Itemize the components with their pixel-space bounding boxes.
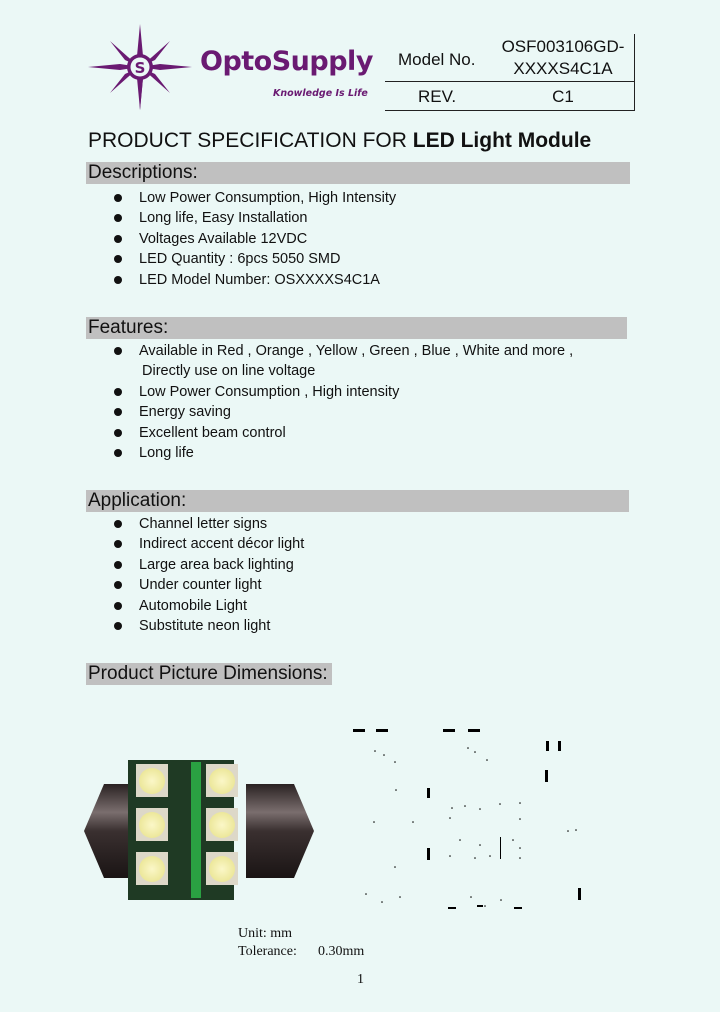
brand-name: OptoSupply xyxy=(200,46,373,77)
bullet-icon xyxy=(114,408,122,417)
list-item: Indirect accent décor light xyxy=(110,534,304,554)
list-item-text: Long life, Easy Installation xyxy=(139,210,308,227)
application-list: Channel letter signs Indirect accent déc… xyxy=(110,514,304,636)
bullet-icon xyxy=(114,448,122,457)
optosupply-logo-icon: S xyxy=(88,24,192,110)
list-item: Channel letter signs xyxy=(110,514,304,534)
page-title-prefix: PRODUCT SPECIFICATION FOR xyxy=(88,129,413,152)
application-heading: Application: xyxy=(86,490,629,512)
list-item-text: Long life xyxy=(139,444,194,461)
bullet-icon xyxy=(114,347,122,355)
bullet-icon xyxy=(114,214,122,223)
list-item-text: Low Power Consumption, High Intensity xyxy=(139,190,397,206)
bullet-icon xyxy=(114,581,122,590)
bullet-icon xyxy=(114,275,122,284)
list-item-text: Channel letter signs xyxy=(139,516,268,532)
led-module-photo xyxy=(84,760,314,900)
bullet-icon xyxy=(114,255,122,264)
list-item: Under counter light xyxy=(110,575,304,595)
bullet-icon xyxy=(114,560,122,569)
list-item-text: Excellent beam control xyxy=(139,424,286,441)
descriptions-heading: Descriptions: xyxy=(86,162,630,184)
revision-label: REV. xyxy=(418,87,457,106)
tolerance-value: 0.30mm xyxy=(318,944,365,959)
model-value-line2: XXXXS4C1A xyxy=(513,59,613,78)
list-item: Excellent beam control xyxy=(110,423,573,443)
list-item-text: Directly use on line voltage xyxy=(142,363,316,380)
list-item-text: Low Power Consumption , High intensity xyxy=(139,383,400,400)
brand-tagline: Knowledge Is Life xyxy=(273,88,368,99)
page-number: 1 xyxy=(357,972,364,987)
page-title: PRODUCT SPECIFICATION FOR LED Light Modu… xyxy=(88,129,591,153)
unit-note: Unit: mm xyxy=(238,926,293,941)
list-item-text: Under counter light xyxy=(139,577,262,594)
bullet-icon xyxy=(114,387,122,396)
list-item: Low Power Consumption , High intensity xyxy=(110,382,573,402)
features-list: Available in Red , Orange , Yellow , Gre… xyxy=(110,341,573,463)
bullet-icon xyxy=(114,520,122,528)
list-item-text: LED Quantity : 6pcs 5050 SMD xyxy=(139,251,341,268)
svg-text:S: S xyxy=(135,59,146,77)
list-item: Low Power Consumption, High Intensity xyxy=(110,188,396,208)
bullet-icon xyxy=(114,428,122,437)
list-item: Automobile Light xyxy=(110,596,304,616)
page-title-product: LED Light Module xyxy=(412,129,592,152)
dimension-drawing xyxy=(353,729,581,909)
model-value: OSF003106GD- XXXXS4C1A xyxy=(497,36,629,80)
bullet-icon xyxy=(114,540,122,549)
model-value-line1: OSF003106GD- xyxy=(501,37,625,56)
dimensions-heading: Product Picture Dimensions: xyxy=(86,663,332,685)
list-item: Voltages Available 12VDC xyxy=(110,229,396,249)
features-heading: Features: xyxy=(86,317,627,339)
list-item-text: Available in Red , Orange , Yellow , Gre… xyxy=(139,343,574,359)
list-item: LED Model Number: OSXXXXS4C1A xyxy=(110,270,396,290)
descriptions-list: Low Power Consumption, High Intensity Lo… xyxy=(110,188,396,290)
model-info-table: Model No. OSF003106GD- XXXXS4C1A REV. C1 xyxy=(385,34,635,111)
list-item-text: Energy saving xyxy=(139,404,231,421)
list-item-text: Substitute neon light xyxy=(139,617,271,634)
list-item-text: LED Model Number: OSXXXXS4C1A xyxy=(139,271,380,288)
revision-value: C1 xyxy=(552,87,574,106)
list-item-continuation: Directly use on line voltage xyxy=(110,361,573,381)
model-label: Model No. xyxy=(398,50,476,69)
bullet-icon xyxy=(114,621,122,630)
tolerance-label: Tolerance: xyxy=(238,944,297,959)
list-item-text: Automobile Light xyxy=(139,597,248,614)
list-item: LED Quantity : 6pcs 5050 SMD xyxy=(110,249,396,269)
bullet-icon xyxy=(114,194,122,202)
list-item: Energy saving xyxy=(110,402,573,422)
bullet-icon xyxy=(114,601,122,610)
list-item-text: Indirect accent décor light xyxy=(139,536,305,553)
bullet-icon xyxy=(114,234,122,243)
list-item: Long life xyxy=(110,443,573,463)
list-item: Substitute neon light xyxy=(110,616,304,636)
list-item-text: Large area back lighting xyxy=(139,556,294,573)
list-item: Available in Red , Orange , Yellow , Gre… xyxy=(110,341,573,361)
list-item: Large area back lighting xyxy=(110,555,304,575)
list-item: Long life, Easy Installation xyxy=(110,208,396,228)
list-item-text: Voltages Available 12VDC xyxy=(139,230,308,247)
